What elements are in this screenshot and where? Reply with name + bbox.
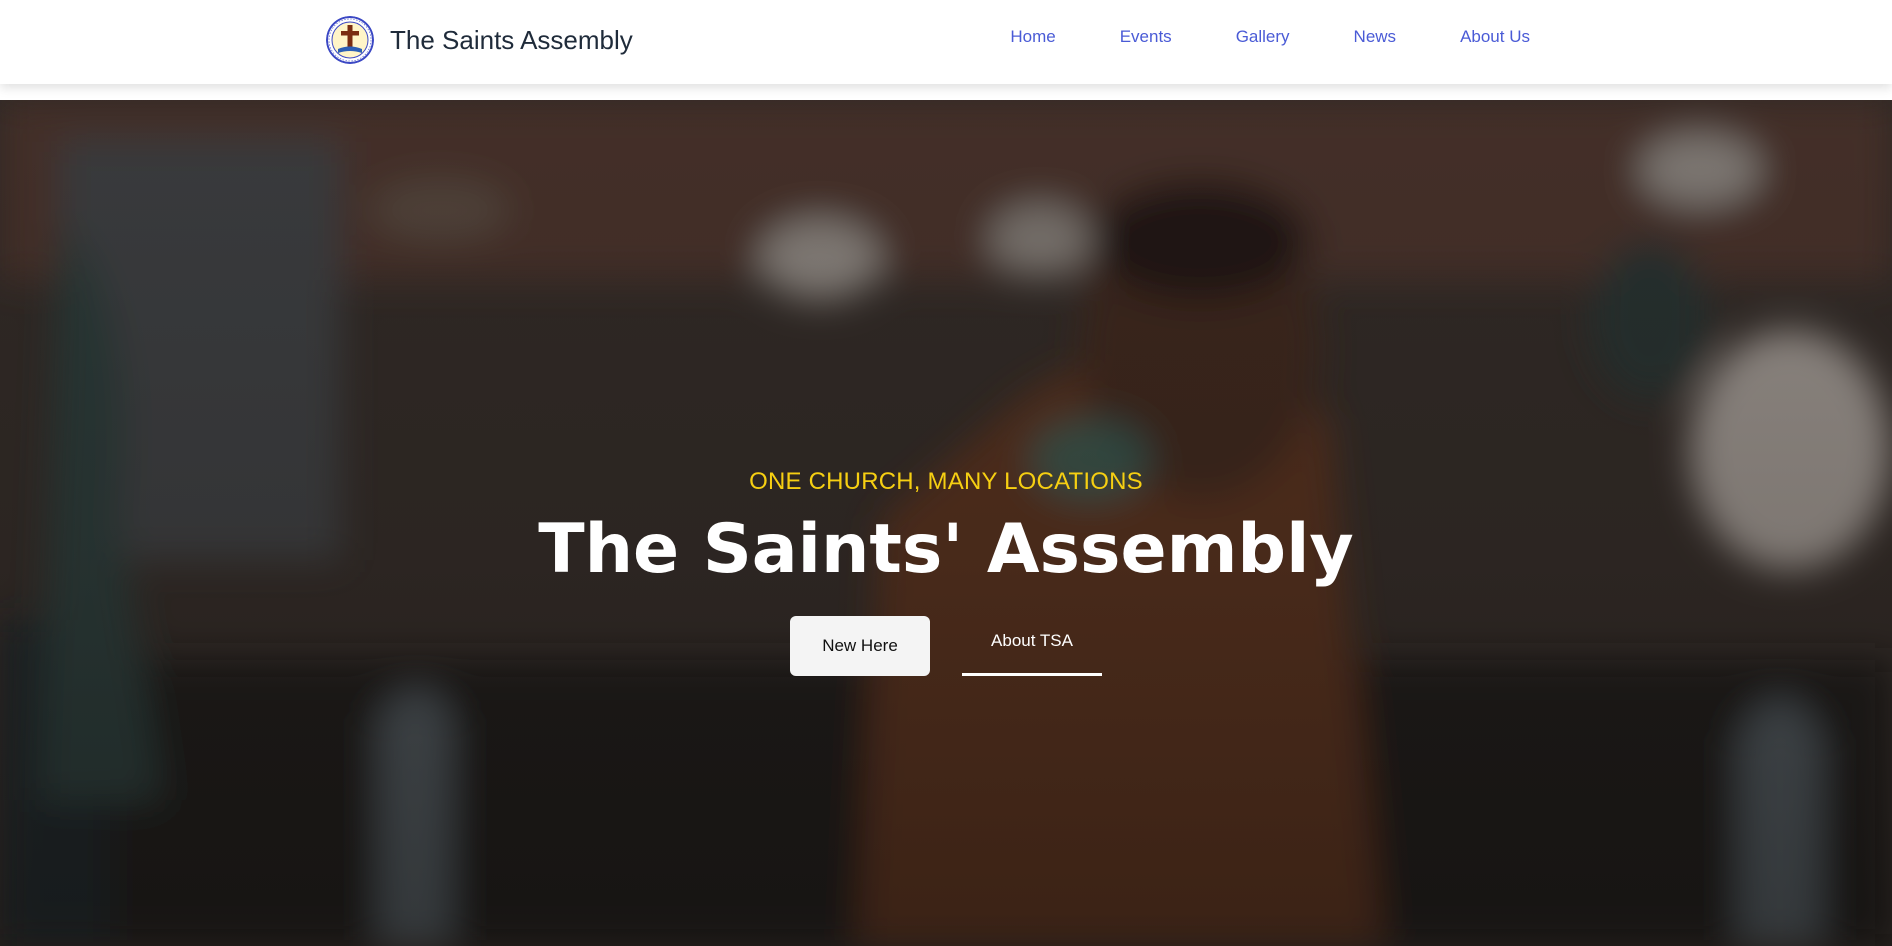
church-logo-icon [326,16,374,64]
nav-events[interactable]: Events [1120,27,1172,47]
about-tsa-button[interactable]: About TSA [962,616,1102,676]
hero-section: ONE CHURCH, MANY LOCATIONS The Saints' A… [0,100,1892,946]
nav-news[interactable]: News [1354,27,1397,47]
hero-actions: New Here About TSA [0,616,1892,676]
nav-home[interactable]: Home [1010,27,1055,47]
site-header: The Saints Assembly Home Events Gallery … [0,0,1892,84]
brand-name: The Saints Assembly [390,24,633,55]
hero-content: ONE CHURCH, MANY LOCATIONS The Saints' A… [0,468,1892,676]
nav-about-us[interactable]: About Us [1460,27,1530,47]
brand[interactable]: The Saints Assembly [326,16,633,64]
new-here-button[interactable]: New Here [790,616,930,676]
hero-title: The Saints' Assembly [538,510,1354,589]
main-nav: Home Events Gallery News About Us [1010,27,1530,47]
hero-tagline: ONE CHURCH, MANY LOCATIONS [749,468,1143,495]
nav-gallery[interactable]: Gallery [1236,27,1290,47]
